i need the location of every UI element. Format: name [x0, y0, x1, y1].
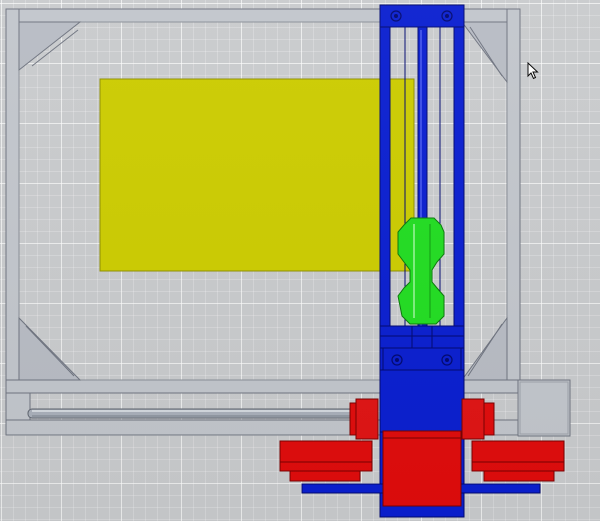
- motor-mount-right-foot: [483, 470, 555, 482]
- carriage-bracket: [379, 325, 465, 349]
- print-bed: [99, 78, 415, 272]
- bearing-block-right-cap: [461, 398, 485, 440]
- motor-mount-left: [279, 440, 373, 472]
- bolt-icon: [445, 14, 449, 18]
- cad-viewport[interactable]: [0, 0, 600, 521]
- carriage-body: [379, 369, 465, 433]
- model-scene[interactable]: [0, 0, 600, 521]
- frame-right-bar: [506, 8, 521, 394]
- motor-mount-left-foot: [289, 470, 361, 482]
- stepper-motor: [382, 430, 462, 507]
- motor-mount-right: [471, 440, 565, 472]
- corner-gusset-top-left: [18, 21, 82, 72]
- bolt-icon: [394, 14, 398, 18]
- corner-gusset-bottom-left: [18, 316, 82, 381]
- bolt-icon: [445, 358, 449, 362]
- mouse-pointer-icon: [527, 62, 539, 80]
- bearing-block-left-cap: [355, 398, 379, 440]
- bolt-icon: [395, 358, 399, 362]
- frame-left-bar: [5, 8, 20, 394]
- frame-side-block: [517, 379, 571, 437]
